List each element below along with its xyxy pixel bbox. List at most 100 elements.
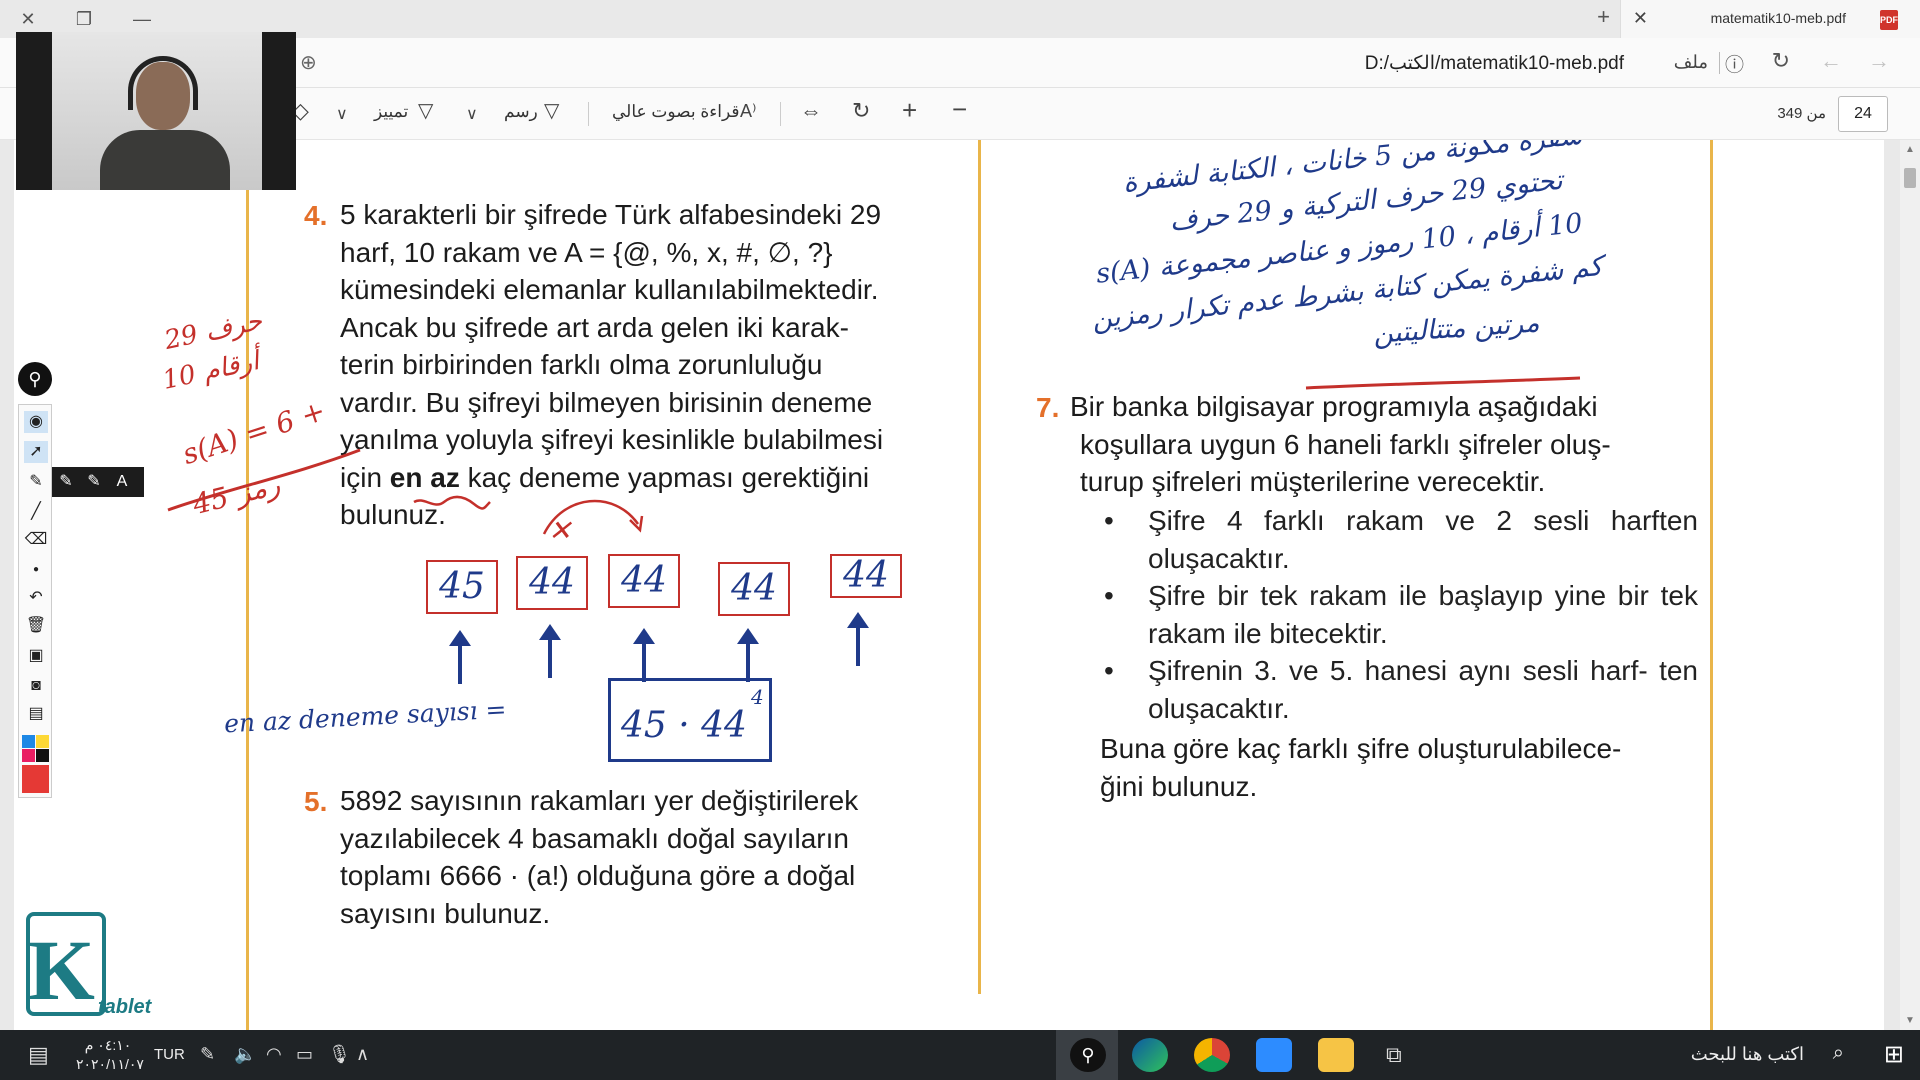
page-number-input[interactable]: 24 — [1838, 96, 1888, 132]
digit-box: 44 — [516, 556, 588, 610]
question-7-closing: Buna göre kaç farklı şifre oluşturulabil… — [1100, 730, 1700, 805]
refresh-icon[interactable]: ↻ — [1772, 48, 1790, 74]
pen-icon[interactable]: ▽ — [544, 98, 559, 123]
question-4-line: 5 karakterli bir şifrede Türk alfabesind… — [340, 199, 882, 230]
vertical-scrollbar[interactable]: ▲ ▼ — [1900, 140, 1920, 1030]
handwritten-up-arrow — [633, 628, 655, 682]
color-swatch-red[interactable] — [22, 765, 49, 793]
notifications-icon[interactable]: ▤ — [28, 1042, 49, 1068]
handwritten-up-arrow — [539, 624, 561, 678]
highlighter-icon[interactable]: ▽ — [418, 98, 433, 123]
minimize-window-button[interactable]: — — [126, 4, 158, 34]
zoom-app-icon[interactable] — [1256, 1038, 1292, 1072]
clock-date: ٢٠٢٠/١١/٠٧ — [76, 1056, 144, 1072]
fit-width-icon[interactable]: ⇔ — [800, 98, 822, 124]
question-4-line: yanılma yoluyla şifreyi kesinlikle bulab… — [340, 424, 884, 455]
task-view-icon[interactable]: ⧉ — [1386, 1042, 1402, 1068]
pen-subtools: ✎ ✎ A — [52, 467, 144, 497]
zoom-in-icon[interactable]: + — [902, 95, 917, 126]
rotate-icon[interactable]: ↻ — [852, 98, 870, 124]
color-swatch-blue[interactable] — [22, 735, 35, 748]
new-tab-button[interactable]: + — [1597, 4, 1610, 30]
eye-icon[interactable]: ◉ — [24, 411, 48, 433]
toolbar-divider — [780, 102, 781, 126]
tab-close-icon[interactable]: ✕ — [1633, 8, 1648, 29]
info-icon[interactable]: ⓘ — [1725, 50, 1744, 77]
cursor-icon[interactable]: ➚ — [24, 441, 48, 463]
clipboard-icon[interactable]: ▤ — [24, 703, 48, 725]
question-7-conditions: Şifre 4 farklı rakam ve 2 sesli harften … — [1104, 502, 1698, 727]
zoom-out-icon[interactable]: − — [952, 94, 967, 125]
windows-start-icon[interactable]: ⊞ — [1884, 1040, 1904, 1069]
forward-arrow-icon[interactable]: → — [1868, 48, 1890, 74]
question-7-line: koşullara uygun 6 haneli farklı şifreler… — [1080, 428, 1611, 460]
draw-button[interactable]: رسم — [504, 102, 538, 122]
color-swatch-black[interactable] — [36, 749, 49, 762]
camera-icon[interactable]: ◙ — [24, 675, 48, 697]
highlight-dropdown-icon[interactable]: ∨ — [336, 104, 348, 124]
pen-tray-icon[interactable]: ✎ — [200, 1044, 215, 1065]
microphone-icon[interactable]: 🎙 — [328, 1044, 351, 1065]
annotation-app-icon[interactable]: ⚲ — [18, 362, 52, 396]
question-4-line: harf, 10 rakam ve A = {@, %, x, #, ∅, ?} — [340, 236, 833, 268]
question-5-number: 5. — [304, 786, 328, 817]
close-window-button[interactable]: ✕ — [12, 4, 44, 34]
taskbar-search[interactable]: اكتب هنا للبحث ⌕ — [1530, 1030, 1860, 1080]
restore-window-button[interactable]: ❐ — [68, 4, 100, 34]
volume-icon[interactable]: 🔈 — [234, 1044, 256, 1065]
question-7-text: Bir banka bilgisayar programıyla aşağıda… — [1070, 388, 1700, 501]
eraser-icon[interactable]: ⌫ — [24, 529, 48, 551]
condition-item: Şifre 4 farklı rakam ve 2 sesli harften … — [1104, 502, 1698, 577]
pen-icon[interactable]: ✎ — [24, 471, 48, 493]
highlighter-tool[interactable]: ✎ — [52, 467, 80, 497]
scroll-down-icon[interactable]: ▼ — [1905, 1015, 1915, 1026]
chrome-icon[interactable] — [1194, 1038, 1230, 1072]
taskbar: ▤ ٠٤:١٠ م ٢٠٢٠/١١/٠٧ TUR ✎ 🔈 ◠ ▭ 🎙 ∧ ⚲ ⧉… — [0, 1030, 1920, 1080]
pdf-viewer[interactable]: 4. 5 karakterli bir şifrede Türk alfabes… — [0, 140, 1900, 1030]
trash-icon[interactable]: 🗑 — [24, 615, 48, 637]
question-4-line: için en az kaç deneme yapması gerektiğin… — [340, 459, 980, 497]
question-7-line: turup şifreleri müşterilerine verecektir… — [1080, 466, 1546, 497]
zoom-icon[interactable]: ⊕ — [300, 50, 317, 75]
clock-time: ٠٤:١٠ م — [84, 1037, 132, 1053]
question-4-text-part: kaç deneme yapması gerektiğini — [459, 461, 870, 493]
marker-tool[interactable]: ✎ — [80, 467, 108, 497]
digit-box: 45 — [426, 560, 498, 614]
question-4-bold-term: en az — [389, 461, 460, 493]
draw-dropdown-icon[interactable]: ∨ — [466, 104, 478, 124]
question-4-line: vardır. Bu şifreyi bilmeyen birisinin de… — [340, 386, 873, 418]
text-tool[interactable]: A — [108, 467, 136, 497]
file-explorer-icon[interactable] — [1318, 1038, 1354, 1072]
annotation-app-taskbar-icon[interactable]: ⚲ — [1070, 1038, 1106, 1072]
battery-icon[interactable]: ▭ — [296, 1044, 313, 1065]
undo-icon[interactable]: ↶ — [24, 587, 48, 609]
highlight-button[interactable]: تمييز — [374, 102, 408, 122]
address-url[interactable]: D:/الكتب/matematik10-meb.pdf — [1365, 52, 1624, 75]
read-aloud-icon[interactable]: A⁾ — [740, 101, 756, 122]
question-5-line: toplamı 6666 · (a!) olduğuna göre a doğa… — [340, 860, 856, 891]
dot-size-icon[interactable]: ● — [24, 559, 48, 581]
line-icon[interactable]: ╱ — [24, 501, 48, 523]
scrollbar-thumb[interactable] — [1904, 168, 1916, 188]
question-5-line: 5892 sayısının rakamları yer değiştirile… — [340, 785, 859, 816]
scroll-up-icon[interactable]: ▲ — [1905, 144, 1915, 155]
digit-box: 44 — [718, 562, 790, 616]
color-swatch-yellow[interactable] — [36, 735, 49, 748]
arabic-handwritten-notes: شفرة مكونة من 5 خانات ، الكتابة لشفرة تح… — [1004, 140, 1604, 364]
condition-item: Şifrenin 3. ve 5. hanesi aynı sesli harf… — [1104, 652, 1698, 727]
tab-pdf[interactable]: ✕ matematik10-meb.pdf PDF — [1620, 0, 1920, 38]
back-arrow-icon[interactable]: ← — [1820, 48, 1842, 74]
edge-icon[interactable] — [1132, 1038, 1168, 1072]
question-4-text: 5 karakterli bir şifrede Türk alfabesind… — [340, 196, 980, 534]
question-7-line: ğini bulunuz. — [1100, 770, 1258, 802]
taskbar-clock[interactable]: ٠٤:١٠ م ٢٠٢٠/١١/٠٧ — [76, 1036, 144, 1074]
read-aloud-button[interactable]: قراءة بصوت عالي — [612, 102, 740, 122]
screen-icon[interactable]: ▣ — [24, 645, 48, 667]
question-4-line: Ancak bu şifrede art arda gelen iki kara… — [340, 311, 849, 343]
logo-letter: K — [28, 922, 95, 1018]
chevron-up-icon[interactable]: ∧ — [356, 1044, 369, 1065]
handwritten-result: 45 · 44 — [621, 705, 747, 746]
language-indicator[interactable]: TUR — [154, 1046, 185, 1063]
wifi-icon[interactable]: ◠ — [266, 1044, 282, 1065]
color-swatch-pink[interactable] — [22, 749, 35, 762]
